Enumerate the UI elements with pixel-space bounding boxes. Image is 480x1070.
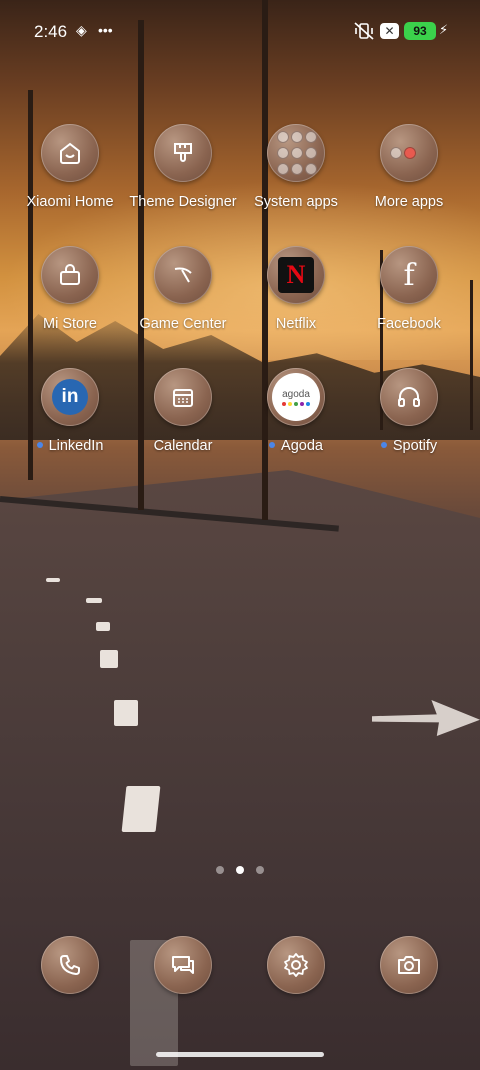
new-badge-dot	[380, 442, 387, 449]
app-label: Mi Store	[43, 316, 97, 332]
lane-mark	[86, 598, 102, 603]
app-theme-designer[interactable]: Theme Designer	[123, 124, 243, 210]
camera-icon	[380, 936, 438, 994]
app-label: More apps	[374, 194, 444, 210]
lane-mark	[96, 622, 110, 631]
lane-mark	[114, 700, 138, 726]
page-dot-active[interactable]	[236, 866, 244, 874]
app-mi-store[interactable]: Mi Store	[10, 246, 130, 332]
netflix-icon: N	[267, 246, 325, 304]
calendar-icon	[154, 368, 212, 426]
status-bar: 2:46 ◈ ••• ✕ 93 ⚡	[0, 0, 480, 62]
brush-icon	[154, 124, 212, 182]
phone-icon	[41, 936, 99, 994]
app-label: Facebook	[377, 316, 441, 332]
page-dot[interactable]	[256, 866, 264, 874]
app-label: Spotify	[349, 438, 469, 454]
app-spotify[interactable]: Spotify	[349, 368, 469, 454]
dock-messages[interactable]	[123, 936, 243, 994]
nfc-icon: ◈	[76, 22, 87, 38]
game-center-icon	[154, 246, 212, 304]
page-indicator[interactable]	[0, 866, 480, 874]
agoda-icon: agoda	[267, 368, 325, 426]
app-label: Xiaomi Home	[26, 194, 114, 210]
more-dots-icon: •••	[98, 22, 113, 38]
app-label: LinkedIn	[10, 438, 130, 454]
dock-camera[interactable]	[349, 936, 469, 994]
settings-icon	[267, 936, 325, 994]
app-label: Netflix	[275, 316, 317, 332]
lane-mark	[100, 650, 118, 668]
bag-icon	[41, 246, 99, 304]
lane-mark	[121, 786, 161, 832]
app-label: Agoda	[236, 438, 356, 454]
vibrate-icon	[354, 22, 374, 43]
facebook-icon: f	[380, 246, 438, 304]
lane-mark	[46, 578, 60, 582]
clock: 2:46	[34, 22, 68, 41]
new-badge-dot	[269, 442, 276, 449]
app-label: Game Center	[139, 316, 227, 332]
folder-icon	[380, 124, 438, 182]
xiaomi-home-icon	[41, 124, 99, 182]
headphones-icon	[380, 368, 438, 426]
battery-icon: 93	[404, 22, 436, 40]
folder-system-apps[interactable]: System apps	[236, 124, 356, 210]
app-linkedin[interactable]: in LinkedIn	[10, 368, 130, 454]
app-xiaomi-home[interactable]: Xiaomi Home	[10, 124, 130, 210]
app-calendar[interactable]: Calendar	[123, 368, 243, 454]
app-agoda[interactable]: agoda Agoda	[236, 368, 356, 454]
folder-icon	[267, 124, 325, 182]
app-game-center[interactable]: Game Center	[123, 246, 243, 332]
page-dot[interactable]	[216, 866, 224, 874]
charging-icon: ⚡	[439, 22, 449, 37]
messages-icon	[154, 936, 212, 994]
app-facebook[interactable]: f Facebook	[349, 246, 469, 332]
app-label: System apps	[254, 194, 338, 210]
street-lamp	[470, 280, 473, 430]
home-gesture-bar[interactable]	[156, 1052, 324, 1057]
app-netflix[interactable]: N Netflix	[236, 246, 356, 332]
app-label: Theme Designer	[129, 194, 237, 210]
app-label: Calendar	[153, 438, 213, 454]
close-box-icon: ✕	[380, 23, 399, 39]
dock-settings[interactable]	[236, 936, 356, 994]
linkedin-icon: in	[41, 368, 99, 426]
dock-phone[interactable]	[10, 936, 130, 994]
new-badge-dot	[36, 442, 43, 449]
folder-more-apps[interactable]: More apps	[349, 124, 469, 210]
